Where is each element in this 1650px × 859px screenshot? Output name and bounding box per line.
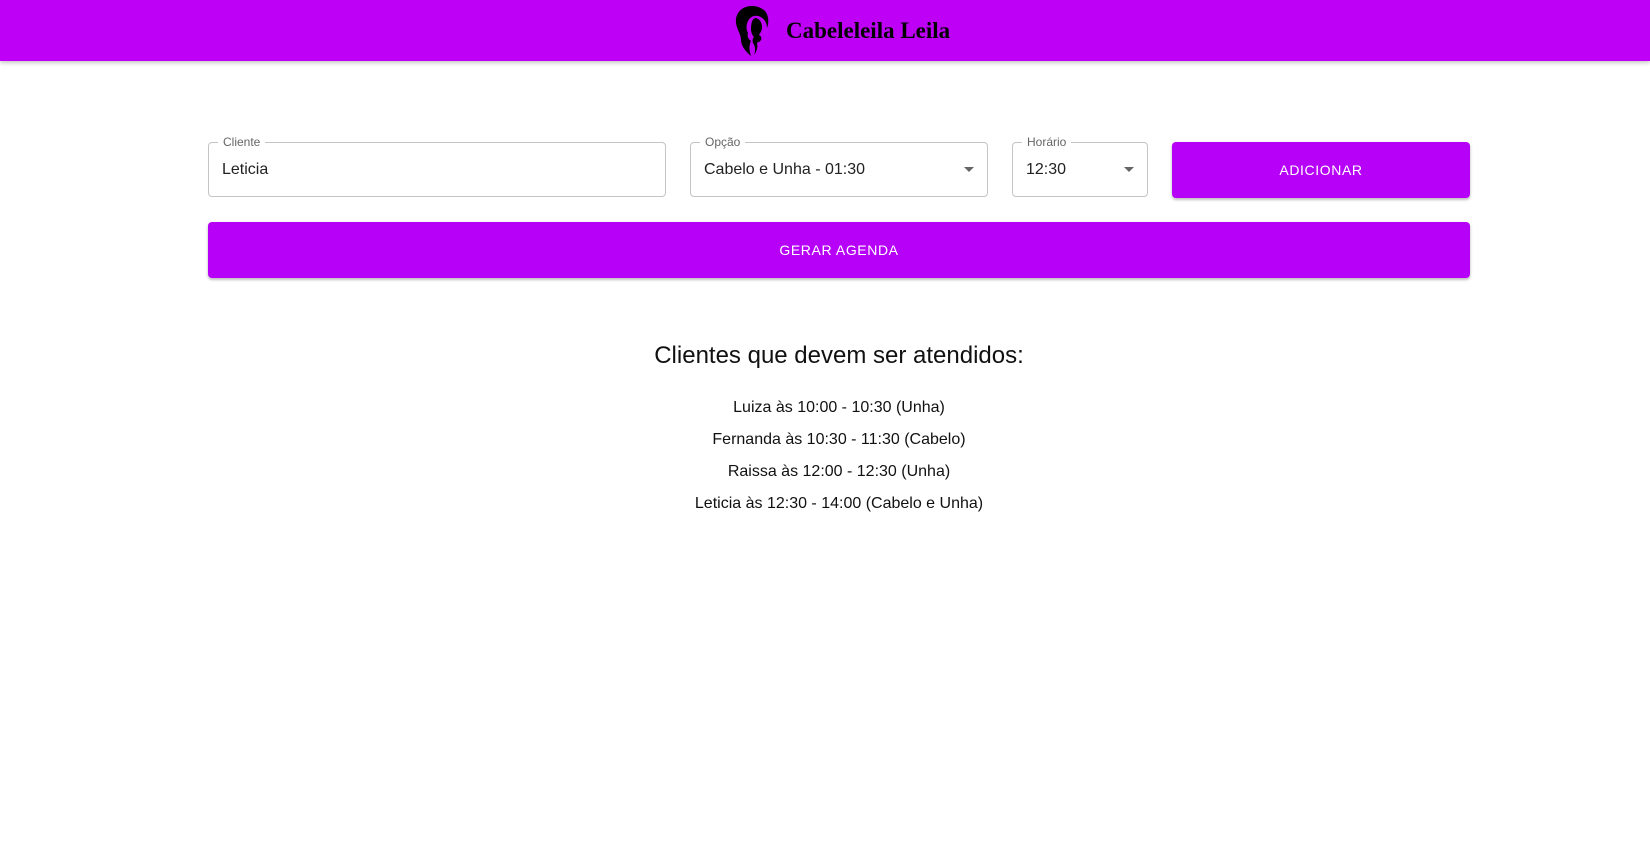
opcao-select[interactable]: Opção Cabelo e Unha - 01:30 bbox=[690, 134, 988, 197]
schedule-item: Leticia às 12:30 - 14:00 (Cabelo e Unha) bbox=[694, 495, 984, 512]
schedule-item: Fernanda às 10:30 - 11:30 (Cabelo) bbox=[712, 431, 966, 448]
generate-schedule-button[interactable]: GERAR AGENDA bbox=[208, 222, 1470, 278]
dropdown-arrow-icon[interactable] bbox=[1124, 167, 1134, 172]
app-header: Cabeleleila Leila bbox=[0, 0, 1650, 61]
schedule-title: Clientes que devem ser atendidos: bbox=[654, 342, 1024, 369]
schedule-list: Luiza às 10:00 - 10:30 (Unha) Fernanda à… bbox=[0, 398, 1650, 526]
horario-select[interactable]: Horário 12:30 bbox=[1012, 134, 1148, 197]
opcao-selected-value: Cabelo e Unha - 01:30 bbox=[704, 161, 865, 178]
schedule-item: Luiza às 10:00 - 10:30 (Unha) bbox=[733, 399, 945, 416]
cliente-input[interactable] bbox=[222, 143, 652, 196]
dropdown-arrow-icon[interactable] bbox=[964, 167, 974, 172]
woman-silhouette-icon bbox=[735, 6, 769, 56]
brand[interactable]: Cabeleleila Leila bbox=[734, 4, 950, 58]
brand-name: Cabeleleila Leila bbox=[786, 18, 951, 43]
schedule-item: Raissa às 12:00 - 12:30 (Unha) bbox=[727, 463, 951, 480]
add-button[interactable]: ADICIONAR bbox=[1172, 142, 1470, 198]
horario-selected-value: 12:30 bbox=[1026, 161, 1067, 178]
cliente-field[interactable]: Cliente bbox=[208, 134, 666, 197]
